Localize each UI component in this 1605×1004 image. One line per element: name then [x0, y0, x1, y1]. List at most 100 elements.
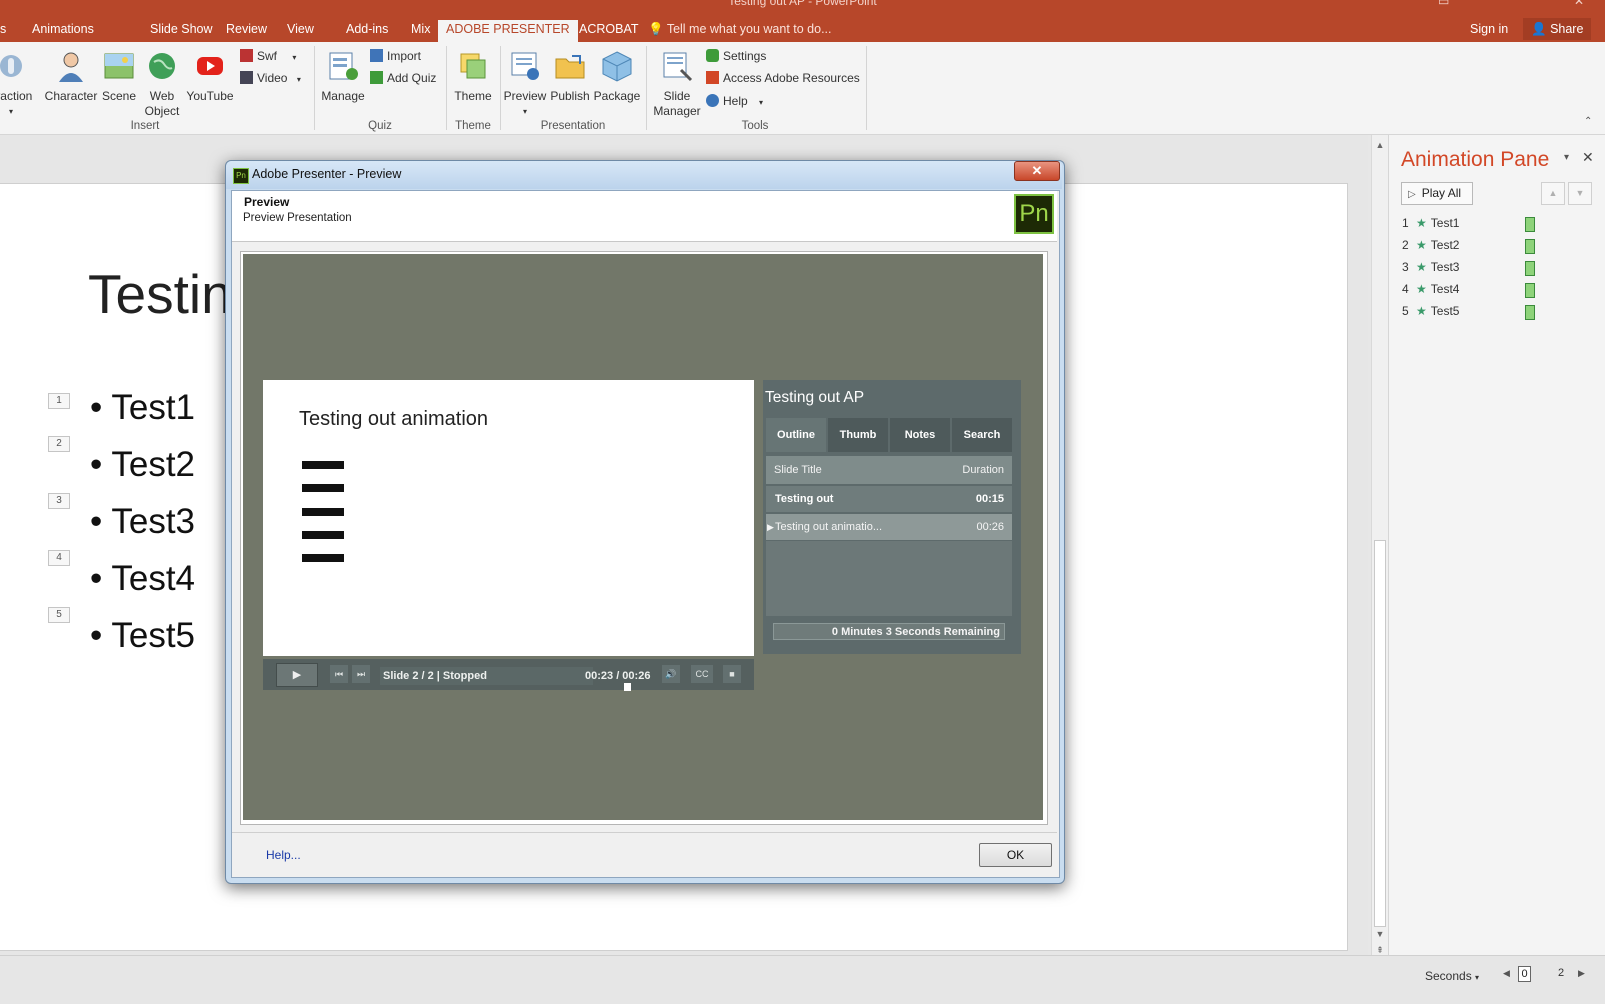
slide-status: Slide 2 / 2 | Stopped — [380, 667, 593, 685]
animation-order: 5 — [1402, 304, 1409, 318]
pane-options-icon[interactable]: ▾ — [1564, 152, 1569, 163]
tab-thumb[interactable]: Thumb — [828, 418, 888, 452]
next-icon[interactable]: ⏭ — [352, 665, 370, 683]
add-quiz-button[interactable]: Add Quiz — [370, 70, 436, 86]
help-link[interactable]: Help... — [266, 848, 301, 862]
tab-add-ins[interactable]: Add-ins — [338, 20, 396, 42]
scene-button[interactable]: Scene — [101, 50, 137, 104]
interaction-button[interactable]: eraction ▾ — [0, 50, 40, 119]
youtube-button[interactable]: YouTube — [185, 50, 235, 104]
timeline-right-icon[interactable]: ▶ — [1578, 968, 1585, 979]
tab-animations[interactable]: Animations — [24, 20, 102, 42]
web-object-button[interactable]: Web Object — [141, 50, 183, 119]
timing-bar[interactable] — [1525, 261, 1535, 276]
slide-bullet[interactable]: • Test3 — [90, 502, 195, 542]
help-button[interactable]: Help ▾ — [706, 93, 763, 111]
progress-scrubber[interactable] — [624, 683, 631, 691]
slide-bullet[interactable]: • Test4 — [90, 559, 195, 599]
minimize-icon[interactable]: ▔ — [1506, 0, 1515, 8]
tab-notes[interactable]: Notes — [890, 418, 950, 452]
help-icon — [706, 94, 719, 107]
sign-in-link[interactable]: Sign in — [1470, 20, 1508, 38]
animation-tag[interactable]: 1 — [48, 393, 70, 409]
animation-order: 4 — [1402, 282, 1409, 296]
ribbon-display-icon[interactable]: ▭ — [1438, 0, 1449, 8]
slide-bullet[interactable]: • Test2 — [90, 445, 195, 485]
animation-item[interactable]: 4 ★ Test4 — [1402, 279, 1542, 299]
manage-label: Manage — [321, 89, 365, 103]
play-icon: ▶ — [292, 669, 302, 681]
animation-item[interactable]: 5 ★ Test5 — [1402, 301, 1542, 321]
play-all-button[interactable]: ▷ Play All — [1401, 182, 1473, 205]
closed-caption-button[interactable]: CC — [691, 665, 713, 683]
publish-label: Publish — [550, 89, 590, 103]
bullet-bar — [302, 461, 344, 469]
timing-bar[interactable] — [1525, 305, 1535, 320]
tab-view[interactable]: View — [279, 20, 322, 42]
settings-button[interactable]: Settings — [706, 48, 766, 64]
animation-tag[interactable]: 2 — [48, 436, 70, 452]
slide-manager-button[interactable]: Slide Manager — [652, 50, 702, 119]
timing-bar[interactable] — [1525, 283, 1535, 298]
animation-tag[interactable]: 4 — [48, 550, 70, 566]
package-button[interactable]: Package — [593, 50, 641, 104]
theme-button[interactable]: Theme — [451, 50, 495, 104]
manage-quiz-button[interactable]: Manage — [320, 50, 366, 104]
scroll-up-icon[interactable]: ▲ — [1374, 139, 1386, 151]
import-label: Import — [387, 49, 422, 63]
slide-bullet[interactable]: • Test1 — [90, 388, 195, 428]
scrollbar-thumb[interactable] — [1374, 540, 1386, 927]
close-window-icon[interactable]: ✕ — [1574, 0, 1584, 8]
share-button[interactable]: 👤 Share — [1523, 18, 1592, 40]
close-pane-icon[interactable]: ✕ — [1582, 149, 1594, 166]
outline-row-selected[interactable]: ▶ Testing out animatio... 00:26 — [766, 514, 1012, 540]
outline-row[interactable]: Testing out 00:15 — [766, 486, 1012, 512]
access-adobe-resources-button[interactable]: Access Adobe Resources — [706, 70, 860, 86]
tab-adobe-presenter[interactable]: ADOBE PRESENTER — [438, 20, 578, 42]
animation-name: Test4 — [1430, 282, 1460, 296]
group-separator — [646, 46, 647, 130]
collapse-ribbon-icon[interactable]: ⌃ — [1584, 116, 1592, 127]
tab-acrobat[interactable]: ACROBAT — [571, 20, 647, 42]
play-button[interactable]: ▶ — [276, 663, 318, 687]
tell-me-box[interactable]: 💡 Tell me what you want to do... — [648, 20, 832, 38]
swf-button[interactable]: Swf ▾ — [240, 48, 296, 66]
play-icon: ▷ — [1408, 189, 1416, 200]
animation-item[interactable]: 3 ★ Test3 — [1402, 257, 1542, 277]
tab-partial[interactable]: s — [0, 20, 14, 42]
publish-button[interactable]: Publish — [549, 50, 591, 104]
character-button[interactable]: Character — [44, 50, 98, 104]
import-button[interactable]: Import — [370, 48, 421, 64]
preview-button[interactable]: Preview ▾ — [503, 50, 547, 119]
tab-mix[interactable]: Mix — [403, 20, 438, 42]
animation-tag[interactable]: 3 — [48, 493, 70, 509]
group-separator — [866, 46, 867, 130]
move-down-icon[interactable]: ▼ — [1568, 182, 1592, 205]
video-button[interactable]: Video ▾ — [240, 70, 301, 88]
timing-bar[interactable] — [1525, 239, 1535, 254]
tell-me-text: Tell me what you want to do... — [666, 22, 832, 36]
ok-button[interactable]: OK — [979, 843, 1052, 867]
timeline-left-icon[interactable]: ◀ — [1503, 968, 1510, 979]
animation-item[interactable]: 2 ★ Test2 — [1402, 235, 1542, 255]
volume-icon[interactable]: 🔊 — [662, 665, 680, 683]
slide-bullet[interactable]: • Test5 — [90, 616, 195, 656]
slide-manager-label: Slide Manager — [653, 89, 701, 118]
dropdown-arrow-icon: ▾ — [8, 107, 13, 116]
tab-slide-show[interactable]: Slide Show — [142, 20, 221, 42]
access-label: Access Adobe Resources — [723, 71, 860, 85]
dialog-close-button[interactable]: ✕ — [1014, 161, 1060, 181]
previous-icon[interactable]: ⏮ — [330, 665, 348, 683]
scroll-down-icon[interactable]: ▼ — [1374, 928, 1386, 940]
tab-review[interactable]: Review — [218, 20, 275, 42]
fullscreen-icon[interactable]: ■ — [723, 665, 741, 683]
tab-search[interactable]: Search — [952, 418, 1012, 452]
slide-title[interactable]: Testin — [88, 262, 232, 326]
seconds-dropdown[interactable]: Seconds ▾ — [1425, 969, 1479, 983]
move-up-icon[interactable]: ▲ — [1541, 182, 1565, 205]
animation-item[interactable]: 1 ★ Test1 — [1402, 213, 1542, 233]
tab-outline[interactable]: Outline — [766, 418, 826, 452]
animation-tag[interactable]: 5 — [48, 607, 70, 623]
timing-bar[interactable] — [1525, 217, 1535, 232]
animation-name: Test3 — [1430, 260, 1460, 274]
